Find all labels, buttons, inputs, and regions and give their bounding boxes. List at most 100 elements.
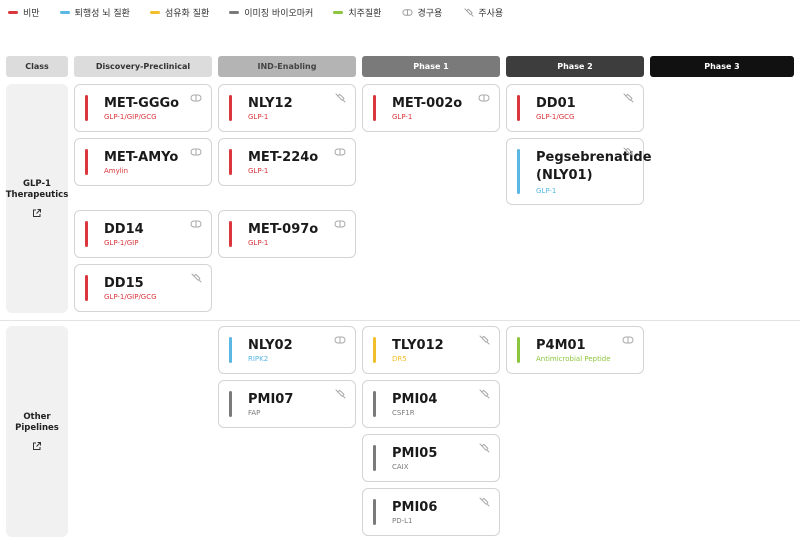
disease-color-bar [517, 337, 520, 363]
legend-dash-red [8, 10, 18, 14]
drug-name: PMI06 [392, 500, 438, 515]
legend-item-periodontal: 치주질환 [333, 6, 381, 19]
drug-target: Antimicrobial Peptide [536, 355, 611, 363]
legend-item-fibrosis: 섬유화 질환 [149, 6, 210, 19]
pipeline-card[interactable]: DD14 GLP-1/GIP [74, 210, 212, 258]
pipeline-card[interactable]: PMI06 PD-L1 [362, 488, 500, 536]
legend-label: 비만 [23, 8, 40, 19]
pipeline-card[interactable]: NLY12 GLP-1 [218, 84, 356, 132]
legend: 비만 퇴행성 뇌 질환 섬유화 질환 이미징 바이오마커 치주질환 경구용 주사… [8, 6, 523, 19]
pipeline-card[interactable]: DD01 GLP-1/GCG [506, 84, 644, 132]
drug-target: GLP-1/GIP/GCG [104, 113, 157, 121]
class-other-pipelines[interactable]: Other Pipelines [6, 326, 68, 537]
pipeline-card[interactable]: PMI07 FAP [218, 380, 356, 428]
drug-name: MET-002o [392, 96, 463, 111]
drug-name: DD01 [536, 96, 576, 111]
drug-name: P4M01 [536, 338, 586, 353]
pill-icon [334, 146, 346, 158]
disease-color-bar [229, 221, 232, 247]
class-label: GLP-1 Therapeutics [5, 178, 69, 200]
legend-item-injection: 주사용 [462, 6, 504, 19]
pipeline-card[interactable]: MET-097o GLP-1 [218, 210, 356, 258]
legend-label: 섬유화 질환 [164, 8, 210, 19]
drug-name: MET-097o [248, 222, 319, 237]
pipeline-card[interactable]: MET-AMYo Amylin [74, 138, 212, 186]
drug-target: CSF1R [392, 409, 415, 417]
disease-color-bar [373, 445, 376, 471]
drug-name: NLY02 [248, 338, 293, 353]
legend-dash-green [333, 10, 344, 14]
header-label: Discovery-Preclinical [95, 62, 191, 71]
syringe-icon [478, 496, 490, 508]
header-label: IND-Enabling [257, 62, 317, 71]
pipeline-card[interactable]: P4M01 Antimicrobial Peptide [506, 326, 644, 374]
drug-target: FAP [248, 409, 261, 417]
disease-color-bar [229, 337, 232, 363]
legend-label: 주사용 [478, 8, 504, 19]
external-link-icon[interactable] [32, 208, 42, 218]
drug-target: GLP-1 [392, 113, 413, 121]
disease-color-bar [373, 95, 376, 121]
syringe-icon [462, 6, 474, 18]
drug-target: GLP-1 [248, 239, 269, 247]
legend-label: 경구용 [417, 8, 443, 19]
disease-color-bar [373, 391, 376, 417]
pill-icon [478, 92, 490, 104]
drug-target: DR5 [392, 355, 407, 363]
legend-item-imaging: 이미징 바이오마커 [229, 6, 313, 19]
legend-item-neuro: 퇴행성 뇌 질환 [59, 6, 130, 19]
drug-name: PMI04 [392, 392, 438, 407]
pipeline-card[interactable]: NLY02 RIPK2 [218, 326, 356, 374]
header-discovery-preclinical: Discovery-Preclinical [74, 56, 212, 77]
class-glp1-therapeutics[interactable]: GLP-1 Therapeutics [6, 84, 68, 313]
drug-name: NLY12 [248, 96, 293, 111]
legend-item-oral: 경구용 [401, 6, 443, 19]
legend-dash-yellow [149, 10, 160, 14]
drug-name: Pegsebrenatide (NLY01) [536, 150, 652, 183]
header-class: Class [6, 56, 68, 77]
syringe-icon [478, 442, 490, 454]
pipeline-card[interactable]: DD15 GLP-1/GIP/GCG [74, 264, 212, 312]
syringe-icon [334, 388, 346, 400]
disease-color-bar [85, 149, 88, 175]
disease-color-bar [229, 391, 232, 417]
syringe-icon [334, 92, 346, 104]
pipeline-card[interactable]: MET-002o GLP-1 [362, 84, 500, 132]
disease-color-bar [85, 95, 88, 121]
pipeline-card[interactable]: Pegsebrenatide (NLY01) GLP-1 [506, 138, 652, 205]
disease-color-bar [373, 337, 376, 363]
disease-color-bar [373, 499, 376, 525]
legend-dash-blue [59, 10, 70, 14]
header-label: Phase 3 [704, 62, 740, 71]
drug-target: CAIX [392, 463, 409, 471]
pill-icon [190, 146, 202, 158]
pill-icon [334, 218, 346, 230]
header-label: Phase 2 [557, 62, 593, 71]
external-link-icon[interactable] [32, 441, 42, 451]
pill-icon [622, 334, 634, 346]
legend-item-obesity: 비만 [8, 6, 40, 19]
header-label: Class [25, 62, 49, 71]
pill-icon [190, 218, 202, 230]
row-separator [0, 320, 800, 321]
pipeline-card[interactable]: TLY012 DR5 [362, 326, 500, 374]
pipeline-card[interactable]: PMI05 CAIX [362, 434, 500, 482]
drug-target: Amylin [104, 167, 129, 175]
drug-target: PD-L1 [392, 517, 413, 525]
drug-name: PMI07 [248, 392, 294, 407]
pipeline-card[interactable]: MET-224o GLP-1 [218, 138, 356, 186]
drug-target: GLP-1 [248, 167, 269, 175]
drug-target: GLP-1/GIP [104, 239, 139, 247]
pill-icon [334, 334, 346, 346]
pill-icon [401, 6, 413, 18]
drug-target: GLP-1/GCG [536, 113, 575, 121]
pipeline-card[interactable]: MET-GGGo GLP-1/GIP/GCG [74, 84, 212, 132]
drug-target: GLP-1/GIP/GCG [104, 293, 157, 301]
syringe-icon [622, 92, 634, 104]
drug-target: GLP-1 [536, 187, 557, 195]
pipeline-card[interactable]: PMI04 CSF1R [362, 380, 500, 428]
disease-color-bar [229, 149, 232, 175]
drug-name: MET-GGGo [104, 96, 180, 111]
drug-name: DD14 [104, 222, 144, 237]
drug-name: MET-224o [248, 150, 319, 165]
